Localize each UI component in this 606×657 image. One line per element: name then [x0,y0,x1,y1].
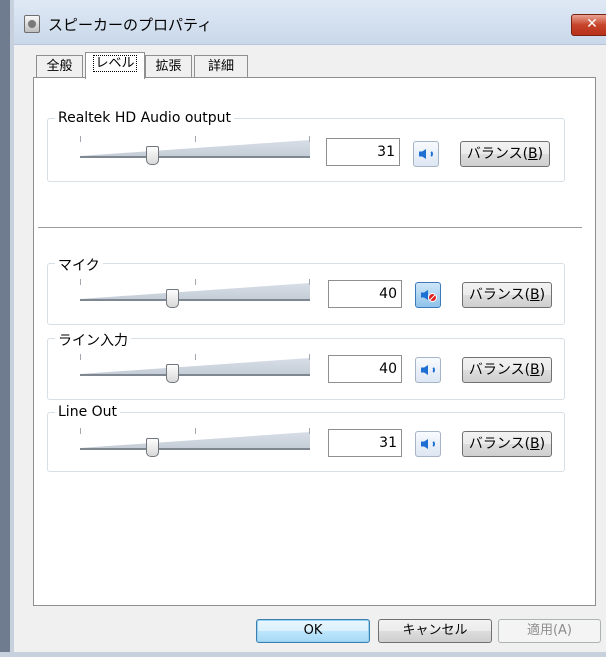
window-frame-left [0,0,10,657]
volume-slider-mic[interactable] [80,279,310,308]
slider-thumb[interactable] [146,146,159,165]
balance-button-line-in[interactable]: バランス(B) [462,357,552,383]
window-title: スピーカーのプロパティ [48,16,213,34]
balance-accesskey: B [530,287,540,303]
speaker-icon[interactable] [415,357,441,383]
ok-button[interactable]: OK [256,619,370,643]
balance-accesskey: B [528,146,538,162]
speaker-icon[interactable] [415,431,441,457]
speaker-muted-icon[interactable] [415,282,441,308]
tab-enhancements[interactable]: 拡張 [145,55,192,78]
slider-thumb[interactable] [166,364,179,383]
balance-label: バランス( [468,362,531,378]
balance-accesskey: B [530,436,540,452]
volume-value-realtek[interactable]: 31 [326,138,400,166]
level-name-realtek: Realtek HD Audio output [55,110,235,126]
tab-advanced-label: 詳細 [207,59,234,74]
volume-slider-line-in[interactable] [80,354,310,383]
volume-slider-realtek[interactable] [80,136,310,165]
speaker-icon[interactable] [413,141,439,167]
balance-label-end: ) [539,362,546,378]
apply-button[interactable]: 適用(A) [498,619,601,643]
speaker-properties-icon [24,15,40,33]
volume-value-mic[interactable]: 40 [328,280,402,308]
separator [38,227,582,228]
balance-button-realtek[interactable]: バランス(B) [460,141,550,167]
balance-button-mic[interactable]: バランス(B) [462,282,552,308]
tab-levels[interactable]: レベル [85,52,145,79]
tab-general[interactable]: 全般 [36,55,83,78]
volume-value-line-in[interactable]: 40 [328,355,402,383]
volume-slider-line-out[interactable] [80,428,310,457]
title-bar[interactable]: スピーカーのプロパティ ✕ [14,0,606,45]
slider-thumb[interactable] [166,289,179,308]
tab-general-label: 全般 [46,59,73,74]
tab-levels-label: レベル [93,55,137,72]
balance-label-end: ) [537,146,544,162]
tab-advanced[interactable]: 詳細 [194,55,248,78]
balance-accesskey: B [530,362,540,378]
close-button[interactable]: ✕ [571,14,606,36]
balance-label: バランス( [466,146,529,162]
balance-label: バランス( [468,287,531,303]
slider-thumb[interactable] [146,438,159,457]
level-name-line-out: Line Out [55,404,121,420]
mute-badge-icon [428,293,437,302]
volume-value-line-out[interactable]: 31 [328,429,402,457]
balance-label-end: ) [539,287,546,303]
balance-button-line-out[interactable]: バランス(B) [462,431,552,457]
cancel-button[interactable]: キャンセル [378,619,492,643]
tab-enhancements-label: 拡張 [155,59,182,74]
balance-label: バランス( [468,436,531,452]
balance-label-end: ) [539,436,546,452]
level-name-line-in: ライン入力 [55,330,131,350]
window-frame-bottom [0,652,606,657]
level-name-mic: マイク [55,255,103,275]
